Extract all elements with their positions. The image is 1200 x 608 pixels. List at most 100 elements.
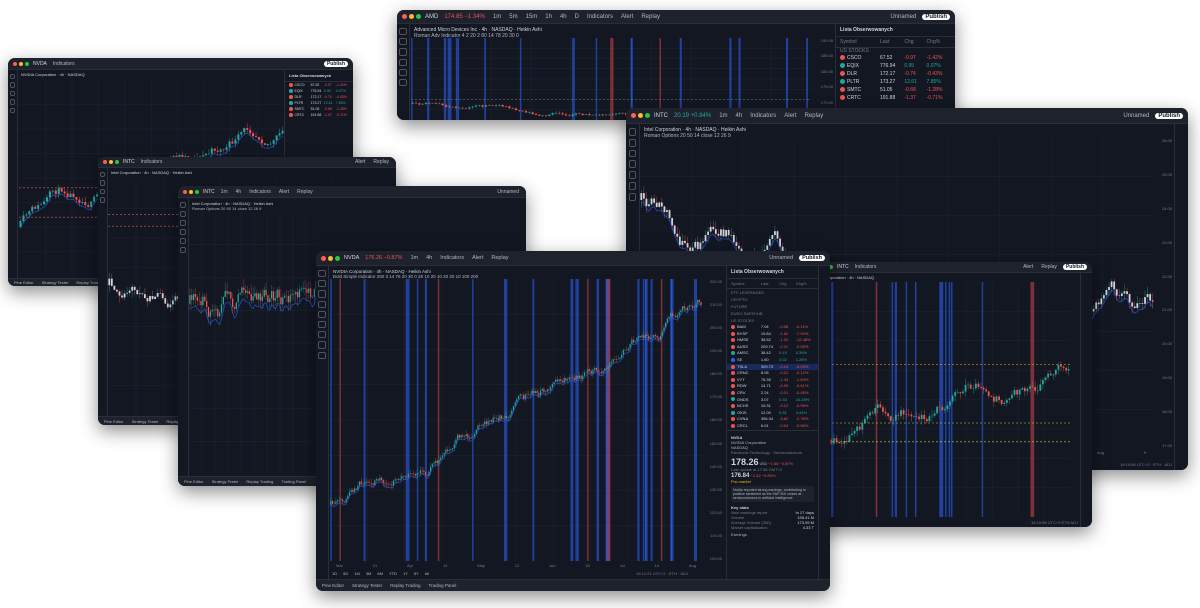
crosshair-icon[interactable] (180, 202, 186, 208)
tf-15m[interactable]: 15m (524, 14, 540, 20)
replay-trading-tab[interactable]: Replay Trading (246, 479, 273, 484)
replay-button[interactable]: Replay (803, 113, 826, 119)
brush-icon[interactable] (180, 229, 186, 235)
range-button[interactable]: 6M (377, 571, 383, 576)
strategy-tester-tab[interactable]: Strategy Tester (132, 419, 159, 424)
watchlist-section[interactable]: CRYPTO (727, 296, 818, 303)
tf-1m[interactable]: 1m (717, 113, 729, 119)
watchlist-row[interactable]: AMSC 38.42 0.15 0.39% (727, 350, 818, 357)
fib-icon[interactable] (399, 48, 407, 56)
brush-icon[interactable] (9, 99, 16, 105)
indicators-button[interactable]: Indicators (585, 14, 615, 20)
range-button[interactable]: All (425, 571, 429, 576)
column-header[interactable]: Symbol (731, 281, 761, 286)
tf-1m[interactable]: 1m (491, 14, 503, 20)
layout-name[interactable]: Unnamed (767, 255, 795, 261)
trendline-icon[interactable] (180, 211, 186, 217)
indicators-button[interactable]: Indicators (748, 113, 778, 119)
tf-1m[interactable]: 1m (219, 189, 230, 195)
trendline-icon[interactable] (99, 180, 106, 186)
measure-icon[interactable] (399, 78, 407, 87)
tf-4h[interactable]: 4h (734, 113, 745, 119)
publish-button[interactable]: Publish (799, 255, 825, 261)
text-icon[interactable] (180, 238, 186, 244)
watchlist-row[interactable]: DLR 172.17 -0.74 -0.43% (836, 70, 955, 78)
measure-icon[interactable] (628, 181, 637, 190)
alert-button[interactable]: Alert (1021, 264, 1035, 270)
column-header[interactable]: Chg% (927, 39, 951, 45)
alert-button[interactable]: Alert (470, 255, 485, 261)
measure-icon[interactable] (318, 320, 326, 329)
text-icon[interactable] (99, 197, 106, 203)
candlestick-chart[interactable] (330, 279, 702, 561)
watchlist-row[interactable]: SMTC 51.05 -0.68 -1.28% (836, 86, 955, 94)
indicators-button[interactable]: Indicators (139, 159, 165, 165)
strategy-tester-tab[interactable]: Strategy Tester (352, 583, 382, 588)
pine-editor-tab[interactable]: Pine Editor (104, 419, 124, 424)
time-axis[interactable]: Mar 21 Apr 14 May 12 Jun 16 Jul 14 Aug (336, 563, 696, 568)
publish-button[interactable]: Publish (1155, 112, 1183, 119)
trendline-icon[interactable] (9, 82, 16, 88)
text-icon[interactable] (399, 68, 407, 76)
fib-icon[interactable] (180, 220, 186, 226)
indicators-button[interactable]: Indicators (438, 255, 466, 261)
alert-button[interactable]: Alert (353, 159, 367, 165)
symbol-tab[interactable]: INTC (203, 189, 215, 195)
fib-icon[interactable] (628, 149, 637, 158)
watchlist-row[interactable]: CRTC 191.88 -1.37 -0.71% (836, 94, 955, 102)
publish-button[interactable]: Publish (922, 13, 950, 20)
symbol-tab[interactable]: NVDA (33, 61, 47, 67)
window-controls[interactable] (321, 255, 340, 261)
watchlist-row[interactable]: VYT 76.39 -1.43 -1.84% (727, 377, 818, 384)
tf-4h[interactable]: 4h (558, 14, 569, 20)
symbol-tab[interactable]: NVDA (344, 255, 359, 261)
range-button[interactable]: YTD (389, 571, 397, 576)
column-header[interactable]: Symbol (840, 39, 880, 45)
brush-icon[interactable] (318, 300, 326, 308)
watchlist-row[interactable]: CSCO 67.52 -0.97 -1.42% (836, 54, 955, 62)
magnet-icon[interactable] (318, 341, 326, 349)
trendline-icon[interactable] (399, 38, 407, 46)
replay-button[interactable]: Replay (1039, 264, 1059, 270)
layout-name[interactable]: Unnamed (495, 189, 521, 195)
range-button[interactable]: 5Y (414, 571, 419, 576)
watchlist-section[interactable]: ETF LEVERAGED (727, 289, 818, 296)
pine-editor-tab[interactable]: Pine Editor (14, 280, 34, 285)
strategy-tester-tab[interactable]: Strategy Tester (42, 280, 69, 285)
column-header[interactable]: Chg% (796, 281, 814, 286)
symbol-tab[interactable]: INTC (654, 113, 668, 119)
crosshair-icon[interactable] (318, 270, 326, 278)
tf-4h[interactable]: 4h (424, 255, 434, 261)
watchlist-row[interactable]: RDW 14.71 -0.09 -0.61% (727, 383, 818, 390)
pine-editor-tab[interactable]: Pine Editor (322, 583, 344, 588)
watchlist-section[interactable]: FUTURE (727, 303, 818, 310)
trading-panel-tab[interactable]: Trading Panel (281, 479, 306, 484)
brush-icon[interactable] (399, 58, 407, 66)
window-controls[interactable] (631, 113, 650, 118)
watchlist-row[interactable]: BAM 7.04 -0.08 -0.11% (727, 324, 818, 331)
watchlist-row[interactable]: PLTR 173.27 12.61 7.85% (836, 78, 955, 86)
measure-icon[interactable] (180, 247, 186, 253)
crosshair-icon[interactable] (399, 28, 407, 36)
window-controls[interactable] (103, 160, 119, 164)
indicators-button[interactable]: Indicators (51, 61, 77, 67)
range-button[interactable]: 5D (343, 571, 348, 576)
tf-1h[interactable]: 1h (543, 14, 554, 20)
window-controls[interactable] (183, 189, 199, 194)
watchlist-row[interactable]: CRNC 8.05 -0.01 -0.12% (727, 370, 818, 377)
range-button[interactable]: 3M (366, 571, 372, 576)
watchlist-row[interactable]: HMSE 38.52 -1.02 -12.48% (727, 337, 818, 344)
column-header[interactable]: Chg (904, 39, 926, 45)
watchlist-row[interactable]: CRV 2.24 -0.01 -0.45% (727, 390, 818, 397)
column-header[interactable]: Last (880, 39, 904, 45)
publish-button[interactable]: Publish (323, 60, 348, 67)
layout-name[interactable]: Unnamed (1121, 113, 1151, 119)
replay-trading-tab[interactable]: Replay Trading (390, 583, 420, 588)
indicators-button[interactable]: Indicators (247, 189, 273, 195)
text-icon[interactable] (9, 107, 16, 113)
crosshair-icon[interactable] (99, 172, 106, 178)
watchlist-row[interactable]: OKIS 12.00 0.51 4.44% (727, 410, 818, 417)
symbol-tab[interactable]: AMD (425, 14, 438, 20)
tf-d[interactable]: D (573, 14, 581, 20)
range-button[interactable]: 1M (354, 571, 360, 576)
